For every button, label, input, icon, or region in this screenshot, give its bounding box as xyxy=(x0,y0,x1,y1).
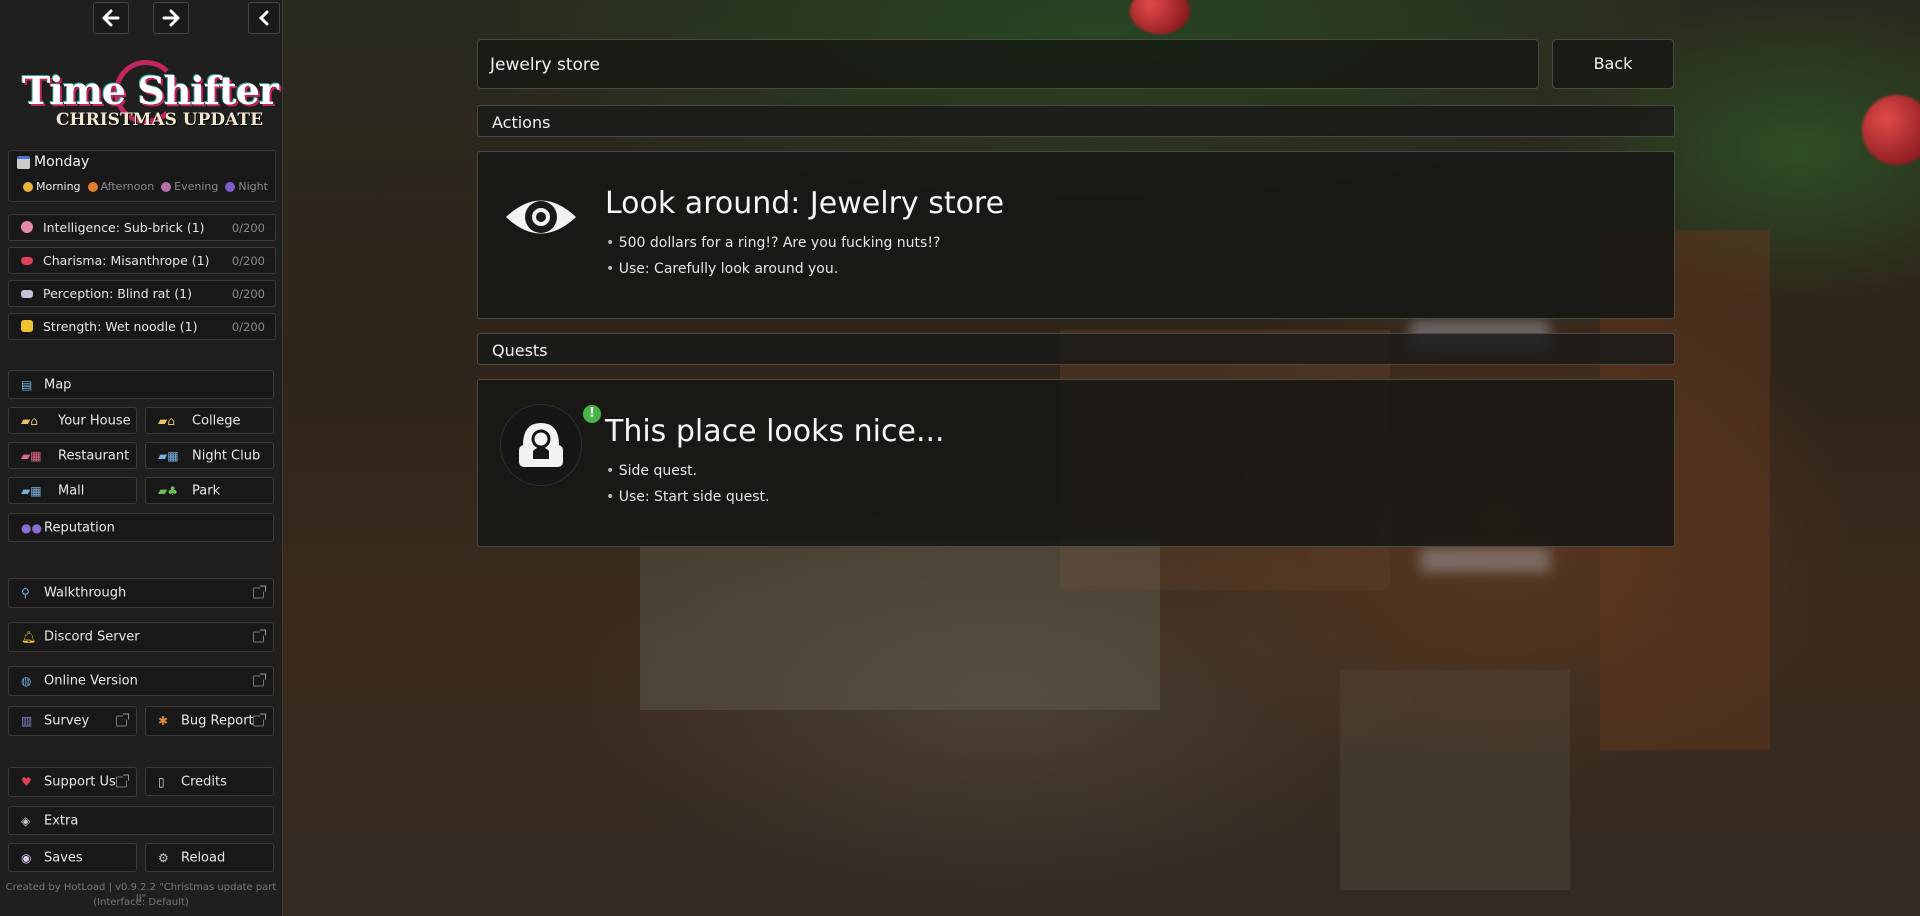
collapse-sidebar-button[interactable] xyxy=(248,2,280,34)
travel-mall-button[interactable]: ▰▦ Mall xyxy=(8,477,137,504)
calendar-icon xyxy=(17,155,30,169)
travel-your-house-button[interactable]: ▰⌂ Your House xyxy=(8,407,137,434)
chevron-left-icon xyxy=(258,10,269,26)
travel-park-button[interactable]: ▰♣ Park xyxy=(145,477,274,504)
external-link-icon xyxy=(253,629,266,643)
travel-restaurant-button[interactable]: ▰▦ Restaurant xyxy=(8,442,137,469)
car-house-icon: ▰⌂ xyxy=(21,413,38,428)
day-name: Monday xyxy=(34,154,90,170)
back-nav-button[interactable] xyxy=(93,2,129,34)
support-us-button[interactable]: ♥ Support Us xyxy=(8,767,137,797)
car-tree-icon: ▰♣ xyxy=(158,483,178,498)
quest-usage: Use: Start side quest. xyxy=(606,489,770,505)
time-of-day-list: Morning Afternoon Evening Night xyxy=(23,180,268,193)
action-usage: Use: Carefully look around you. xyxy=(606,261,838,277)
gear-icon: ⚙ xyxy=(158,850,169,865)
car-mall-icon: ▰▦ xyxy=(21,483,42,498)
bell-icon: 🔔︎ xyxy=(21,630,37,644)
time-afternoon[interactable]: Afternoon xyxy=(87,180,154,193)
extra-button[interactable]: ◈ Extra xyxy=(8,806,274,835)
magnifier-icon: ⚲ xyxy=(21,586,30,600)
discord-server-button[interactable]: 🔔︎ Discord Server xyxy=(8,622,274,652)
logo-subtitle: CHRISTMAS UPDATE xyxy=(56,110,264,130)
travel-college-button[interactable]: ▰⌂ College xyxy=(145,407,274,434)
saves-button[interactable]: ◉ Saves xyxy=(8,843,137,872)
sun-icon xyxy=(87,181,98,192)
moon-icon xyxy=(161,181,172,192)
back-button[interactable]: Back xyxy=(1552,39,1674,89)
globe-icon: ◍ xyxy=(21,674,32,688)
brain-icon xyxy=(21,221,33,233)
quest-title: This place looks nice... xyxy=(605,414,945,449)
location-name: Jewelry store xyxy=(490,55,601,75)
game-logo: Time Shifter CHRISTMAS UPDATE xyxy=(22,60,279,132)
stat-strength[interactable]: Strength: Wet noodle (1) 0/200 xyxy=(8,313,276,340)
location-bar: Jewelry store xyxy=(477,39,1539,89)
reputation-button[interactable]: ●● Reputation xyxy=(8,513,274,542)
map-button[interactable]: ▤ Map xyxy=(8,370,274,399)
flexed-arm-icon xyxy=(21,320,33,332)
actions-header: Actions xyxy=(477,105,1675,137)
car-club-icon: ▰▦ xyxy=(158,448,179,463)
heart-icon: ♥ xyxy=(21,775,32,789)
time-evening[interactable]: Evening xyxy=(161,180,218,193)
chart-icon: ▥ xyxy=(21,714,33,728)
stat-perception[interactable]: Perception: Blind rat (1) 0/200 xyxy=(8,280,276,307)
external-link-icon xyxy=(116,774,129,788)
stat-intelligence[interactable]: Intelligence: Sub-brick (1) 0/200 xyxy=(8,214,276,241)
glasses-icon xyxy=(21,290,33,298)
time-night[interactable]: Night xyxy=(225,180,268,193)
new-quest-badge: ! xyxy=(583,405,601,423)
car-school-icon: ▰⌂ xyxy=(158,413,175,428)
external-link-icon xyxy=(253,585,266,599)
online-version-button[interactable]: ◍ Online Version xyxy=(8,666,274,696)
sidebar: Time Shifter CHRISTMAS UPDATE Monday Mor… xyxy=(0,0,283,916)
quest-card-this-place-looks-nice[interactable]: ! This place looks nice... Side quest. U… xyxy=(477,379,1675,547)
moon-icon xyxy=(225,181,236,192)
cube-icon: ◈ xyxy=(21,813,31,828)
arrow-left-icon xyxy=(102,9,120,27)
action-card-look-around[interactable]: Look around: Jewelry store 500 dollars f… xyxy=(477,151,1675,319)
action-description: 500 dollars for a ring!? Are you fucking… xyxy=(606,235,941,251)
logo-title: Time Shifter xyxy=(22,68,279,113)
reload-button[interactable]: ⚙ Reload xyxy=(145,843,274,872)
disk-icon: ◉ xyxy=(21,850,32,865)
footer-interface: (Interface: Default) xyxy=(93,897,189,908)
car-restaurant-icon: ▰▦ xyxy=(21,448,42,463)
eye-icon xyxy=(506,200,576,234)
external-link-icon xyxy=(116,713,129,727)
credits-button[interactable]: ▯ Credits xyxy=(145,767,274,796)
survey-button[interactable]: ▥ Survey xyxy=(8,706,137,736)
lips-icon xyxy=(21,257,33,265)
quest-type: Side quest. xyxy=(606,463,697,479)
forward-nav-button[interactable] xyxy=(153,2,189,34)
action-title: Look around: Jewelry store xyxy=(605,186,1005,221)
day-panel: Monday Morning Afternoon Evening Night xyxy=(8,150,276,202)
travel-night-club-button[interactable]: ▰▦ Night Club xyxy=(145,442,274,469)
people-icon: ●● xyxy=(21,520,42,535)
external-link-icon xyxy=(253,673,266,687)
external-link-icon xyxy=(253,713,266,727)
bug-report-button[interactable]: ✱ Bug Report xyxy=(145,706,274,736)
map-icon: ▤ xyxy=(21,377,33,392)
arrow-right-icon xyxy=(162,9,180,27)
walkthrough-button[interactable]: ⚲ Walkthrough xyxy=(8,578,274,608)
stat-charisma[interactable]: Charisma: Misanthrope (1) 0/200 xyxy=(8,247,276,274)
document-icon: ▯ xyxy=(158,774,165,789)
ring-box-icon xyxy=(500,404,582,486)
quests-header: Quests xyxy=(477,333,1675,365)
bug-icon: ✱ xyxy=(158,714,169,728)
time-morning[interactable]: Morning xyxy=(23,180,81,193)
sun-icon xyxy=(23,181,33,192)
